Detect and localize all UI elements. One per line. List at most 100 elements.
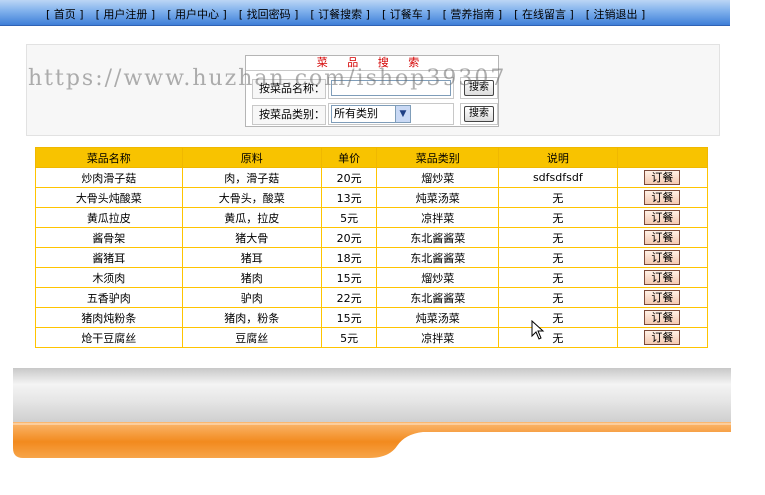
table-row: 黄瓜拉皮 黄瓜，拉皮 5元 凉拌菜无 订餐 — [35, 207, 709, 228]
dish-name-cell: 炝干豆腐丝 — [35, 327, 183, 348]
dish-name-cell: 大骨头炖酸菜 — [35, 187, 183, 208]
chevron-down-icon[interactable]: ▼ — [395, 106, 410, 122]
nav-item-label: 注销退出 — [593, 8, 638, 21]
search-category-button-cell: 搜索 — [460, 103, 498, 125]
table-body: 炒肉滑子菇 肉，滑子菇 20元 熘炒菜 sdfsdfsdf 订餐 大骨头炖酸菜 大骨头，酸菜 1… — [35, 167, 709, 348]
material-cell: 黄瓜，拉皮 — [181, 207, 322, 228]
nav-bracket: [ — [585, 8, 594, 21]
nav-item-2[interactable]: [ 用户中心 ] — [167, 6, 227, 22]
header-price: 单价 — [320, 147, 378, 168]
order-button[interactable]: 订餐 — [644, 310, 681, 325]
nav-item-label: 营养指南 — [450, 8, 495, 21]
order-button[interactable]: 订餐 — [644, 290, 681, 305]
nav-bracket: ] — [290, 8, 299, 21]
price-cell: 20元 — [320, 167, 378, 188]
nav-item-6[interactable]: [ 营养指南 ] — [443, 6, 503, 22]
search-name-button[interactable]: 搜索 — [464, 80, 494, 96]
search-name-cell — [328, 77, 454, 99]
description-cell: sdfsdfsdf — [497, 167, 618, 188]
action-cell: 订餐 — [616, 327, 709, 348]
table-header-row: 菜品名称 原料 单价 菜品类别 说明 — [35, 147, 709, 168]
header-description: 说明 — [497, 147, 618, 168]
category-cell: 凉拌菜 — [376, 327, 499, 348]
material-cell: 肉，滑子菇 — [181, 167, 322, 188]
dish-name-cell: 五香驴肉 — [35, 287, 183, 308]
table-row: 酱骨架 猪大骨 20元 东北酱酱菜无 订餐 — [35, 227, 709, 248]
action-cell: 订餐 — [616, 227, 709, 248]
description-cell: 无 — [497, 267, 618, 288]
top-nav: [ 首页 ][ 用户注册 ][ 用户中心 ][ 找回密码 ][ 订餐搜索 ][ … — [0, 0, 730, 26]
dishes-table: 菜品名称 原料 单价 菜品类别 说明 炒肉滑子菇 肉，滑子菇 20元 熘炒菜 sdfsd… — [35, 147, 709, 348]
order-button[interactable]: 订餐 — [644, 170, 681, 185]
description-cell: 无 — [497, 307, 618, 328]
nav-item-4[interactable]: [ 订餐搜索 ] — [310, 6, 370, 22]
order-button[interactable]: 订餐 — [644, 210, 681, 225]
category-select[interactable]: 所有类别 ▼ — [331, 105, 411, 123]
description-cell: 无 — [497, 247, 618, 268]
table-row: 五香驴肉 驴肉 22元 东北酱酱菜无 订餐 — [35, 287, 709, 308]
header-action — [616, 147, 709, 168]
table-row: 炒肉滑子菇 肉，滑子菇 20元 熘炒菜 sdfsdfsdf 订餐 — [35, 167, 709, 188]
footer-band — [13, 368, 731, 422]
nav-list: [ 首页 ][ 用户注册 ][ 用户中心 ][ 找回密码 ][ 订餐搜索 ][ … — [46, 6, 657, 22]
nav-item-7[interactable]: [ 在线留言 ] — [514, 6, 574, 22]
footer-orange-wave — [13, 422, 731, 458]
nav-item-label: 在线留言 — [521, 8, 566, 21]
order-button[interactable]: 订餐 — [644, 230, 681, 245]
nav-bracket: ] — [75, 8, 84, 21]
material-cell: 猪大骨 — [181, 227, 322, 248]
nav-item-label: 订餐搜索 — [318, 8, 363, 21]
search-name-button-cell: 搜索 — [460, 77, 498, 99]
nav-bracket: ] — [147, 8, 156, 21]
nav-bracket: [ — [310, 8, 319, 21]
category-select-value: 所有类别 — [334, 107, 378, 120]
dish-name-cell: 黄瓜拉皮 — [35, 207, 183, 228]
description-cell: 无 — [497, 287, 618, 308]
material-cell: 猪耳 — [181, 247, 322, 268]
action-cell: 订餐 — [616, 307, 709, 328]
search-name-input[interactable] — [331, 80, 451, 96]
nav-bracket: ] — [362, 8, 370, 21]
category-cell: 炖菜汤菜 — [376, 187, 499, 208]
dish-name-cell: 木须肉 — [35, 267, 183, 288]
nav-bracket: [ — [381, 8, 390, 21]
dish-name-cell: 炒肉滑子菇 — [35, 167, 183, 188]
table-row: 酱猪耳 猪耳 18元 东北酱酱菜无 订餐 — [35, 247, 709, 268]
order-button[interactable]: 订餐 — [644, 250, 681, 265]
nav-item-label: 用户中心 — [174, 8, 219, 21]
nav-bracket: ] — [422, 8, 431, 21]
material-cell: 驴肉 — [181, 287, 322, 308]
material-cell: 猪肉，粉条 — [181, 307, 322, 328]
order-button[interactable]: 订餐 — [644, 330, 681, 345]
search-category-label: 按菜品类别： — [252, 105, 326, 125]
material-cell: 大骨头，酸菜 — [181, 187, 322, 208]
nav-item-8[interactable]: [ 注销退出 ] — [586, 6, 646, 22]
table-row: 炝干豆腐丝 豆腐丝 5元 凉拌菜无 订餐 — [35, 327, 709, 348]
material-cell: 豆腐丝 — [181, 327, 322, 348]
nav-bracket: [ — [167, 8, 175, 21]
mouse-cursor-icon — [531, 320, 545, 340]
nav-item-5[interactable]: [ 订餐车 ] — [382, 6, 431, 22]
price-cell: 13元 — [320, 187, 378, 208]
action-cell: 订餐 — [616, 207, 709, 228]
description-cell: 无 — [497, 327, 618, 348]
nav-bracket: ] — [494, 8, 503, 21]
header-material: 原料 — [181, 147, 322, 168]
price-cell: 15元 — [320, 307, 378, 328]
material-cell: 猪肉 — [181, 267, 322, 288]
dish-name-cell: 酱猪耳 — [35, 247, 183, 268]
nav-item-0[interactable]: [ 首页 ] — [46, 6, 84, 22]
order-button[interactable]: 订餐 — [644, 270, 681, 285]
search-category-button[interactable]: 搜索 — [464, 106, 494, 122]
description-cell: 无 — [497, 207, 618, 228]
nav-item-1[interactable]: [ 用户注册 ] — [96, 6, 156, 22]
order-button[interactable]: 订餐 — [644, 190, 681, 205]
nav-item-3[interactable]: [ 找回密码 ] — [239, 6, 299, 22]
table-row: 木须肉 猪肉 15元 熘炒菜无 订餐 — [35, 267, 709, 288]
action-cell: 订餐 — [616, 247, 709, 268]
category-cell: 炖菜汤菜 — [376, 307, 499, 328]
search-title: 菜 品 搜 索 — [246, 56, 498, 71]
action-cell: 订餐 — [616, 167, 709, 188]
nav-bracket: [ — [238, 8, 247, 21]
price-cell: 22元 — [320, 287, 378, 308]
